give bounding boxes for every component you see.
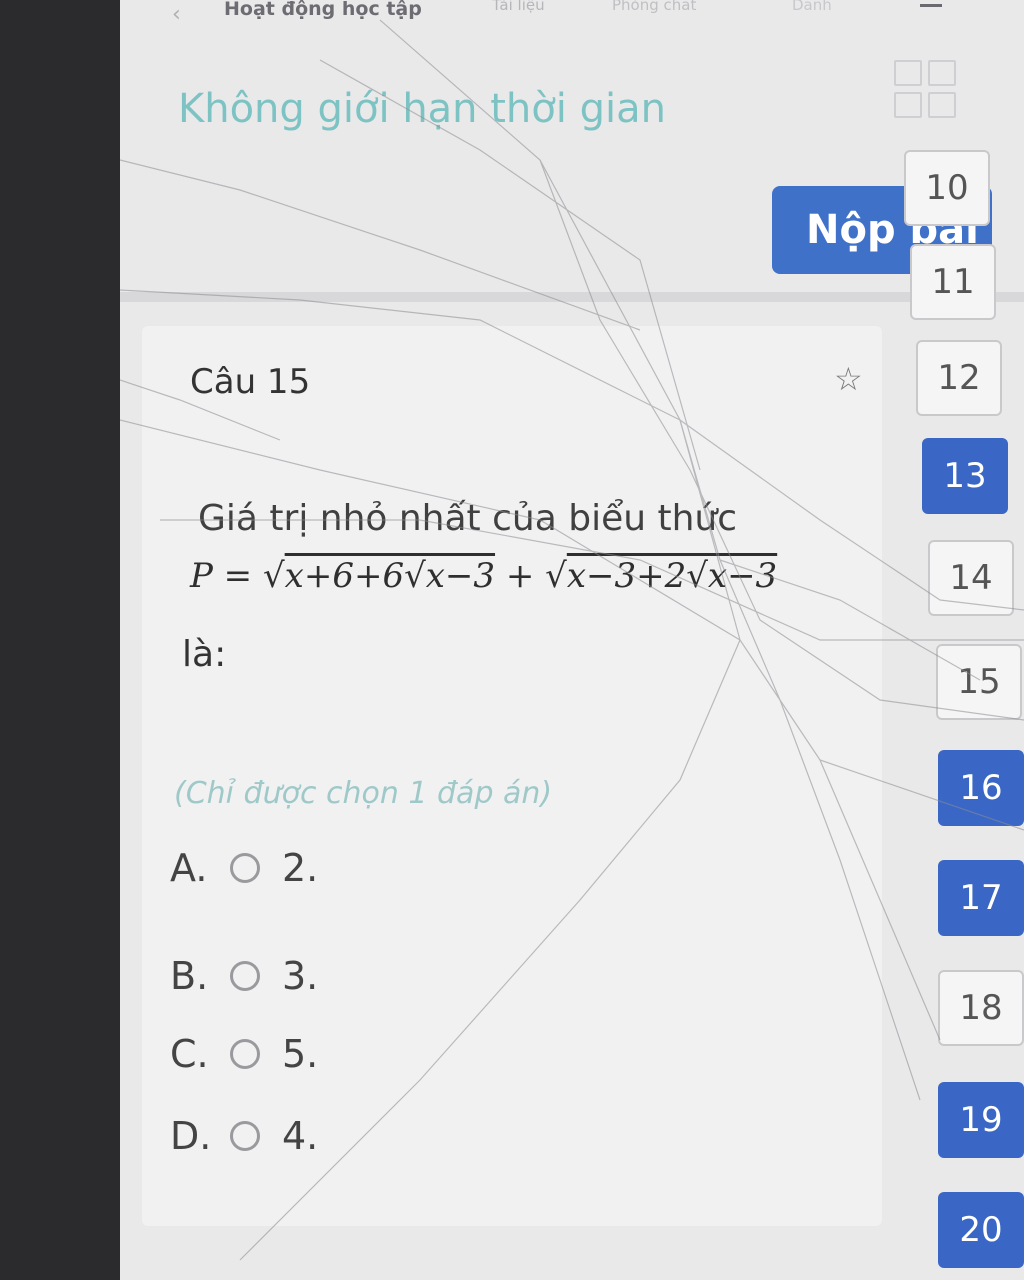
question-nav-18[interactable]: 18 <box>938 970 1024 1046</box>
tab-danh[interactable]: Danh <box>792 0 832 14</box>
selection-hint: (Chỉ được chọn 1 đáp án) <box>174 776 553 811</box>
sqrt-icon: √ <box>545 556 567 596</box>
header-divider <box>120 292 1024 302</box>
question-nav-20[interactable]: 20 <box>938 1192 1024 1268</box>
option-letter: A. <box>170 846 208 890</box>
option-value: 5. <box>282 1032 319 1076</box>
tab-tai-lieu[interactable]: Tài liệu <box>492 0 545 14</box>
question-nav-label: 17 <box>959 878 1003 918</box>
question-nav-17[interactable]: 17 <box>938 860 1024 936</box>
tab-hoat-dong[interactable]: Hoạt động học tập <box>224 0 422 20</box>
question-nav-label: 16 <box>959 768 1003 808</box>
question-nav-label: 19 <box>959 1100 1003 1140</box>
formula-radical-2: x−3+2√x−3 <box>566 556 778 596</box>
option-letter: B. <box>170 954 209 998</box>
option-letter: D. <box>170 1114 212 1158</box>
menu-dash-icon[interactable] <box>920 4 942 7</box>
question-nav-11[interactable]: 11 <box>910 244 996 320</box>
question-nav-label: 10 <box>925 168 969 208</box>
option-value: 2. <box>282 846 319 890</box>
question-formula: P = √x+6+6√x−3 + √x−3+2√x−3 <box>190 556 777 596</box>
question-text: Giá trị nhỏ nhất của biểu thức <box>198 498 738 539</box>
question-nav-14[interactable]: 14 <box>928 540 1014 616</box>
formula-radical-1: x+6+6√x−3 <box>284 556 496 596</box>
radio-circle-icon[interactable] <box>230 961 260 991</box>
question-card: Câu 15 ☆ Giá trị nhỏ nhất của biểu thức … <box>142 326 882 1226</box>
option-a[interactable]: A. 2. <box>170 846 318 890</box>
formula-plus: + <box>495 556 546 596</box>
question-nav-label: 15 <box>957 662 1001 702</box>
question-nav-16[interactable]: 16 <box>938 750 1024 826</box>
option-value: 3. <box>282 954 319 998</box>
app-screen: ‹ Hoạt động học tập Tài liệu Phòng chat … <box>120 0 1024 1280</box>
option-c[interactable]: C. 5. <box>170 1032 318 1076</box>
question-nav-19[interactable]: 19 <box>938 1082 1024 1158</box>
question-nav-label: 11 <box>931 262 975 302</box>
question-nav-label: 12 <box>937 358 981 398</box>
question-title: Câu 15 <box>190 362 311 402</box>
radio-circle-icon[interactable] <box>230 853 260 883</box>
question-nav-12[interactable]: 12 <box>916 340 1002 416</box>
question-nav-15[interactable]: 15 <box>936 644 1022 720</box>
question-nav-10[interactable]: 10 <box>904 150 990 226</box>
radio-circle-icon[interactable] <box>230 1121 260 1151</box>
formula-lhs: P = <box>190 556 263 596</box>
question-nav-label: 14 <box>949 558 993 598</box>
top-nav: ‹ Hoạt động học tập Tài liệu Phòng chat … <box>120 0 1024 28</box>
option-d[interactable]: D. 4. <box>170 1114 318 1158</box>
question-nav-13[interactable]: 13 <box>922 438 1008 514</box>
question-nav-label: 20 <box>959 1210 1003 1250</box>
grid-view-icon[interactable] <box>894 60 958 120</box>
option-letter: C. <box>170 1032 209 1076</box>
question-text-end: là: <box>182 634 227 675</box>
question-nav-label: 18 <box>959 988 1003 1028</box>
time-limit-label: Không giới hạn thời gian <box>178 86 666 132</box>
sqrt-icon: √ <box>262 556 285 596</box>
radio-circle-icon[interactable] <box>230 1039 260 1069</box>
option-value: 4. <box>282 1114 319 1158</box>
star-icon[interactable]: ☆ <box>834 360 863 398</box>
tab-phong-chat[interactable]: Phòng chat <box>612 0 696 14</box>
chevron-left-icon[interactable]: ‹ <box>172 2 181 27</box>
question-nav-label: 13 <box>943 456 987 496</box>
option-b[interactable]: B. 3. <box>170 954 318 998</box>
